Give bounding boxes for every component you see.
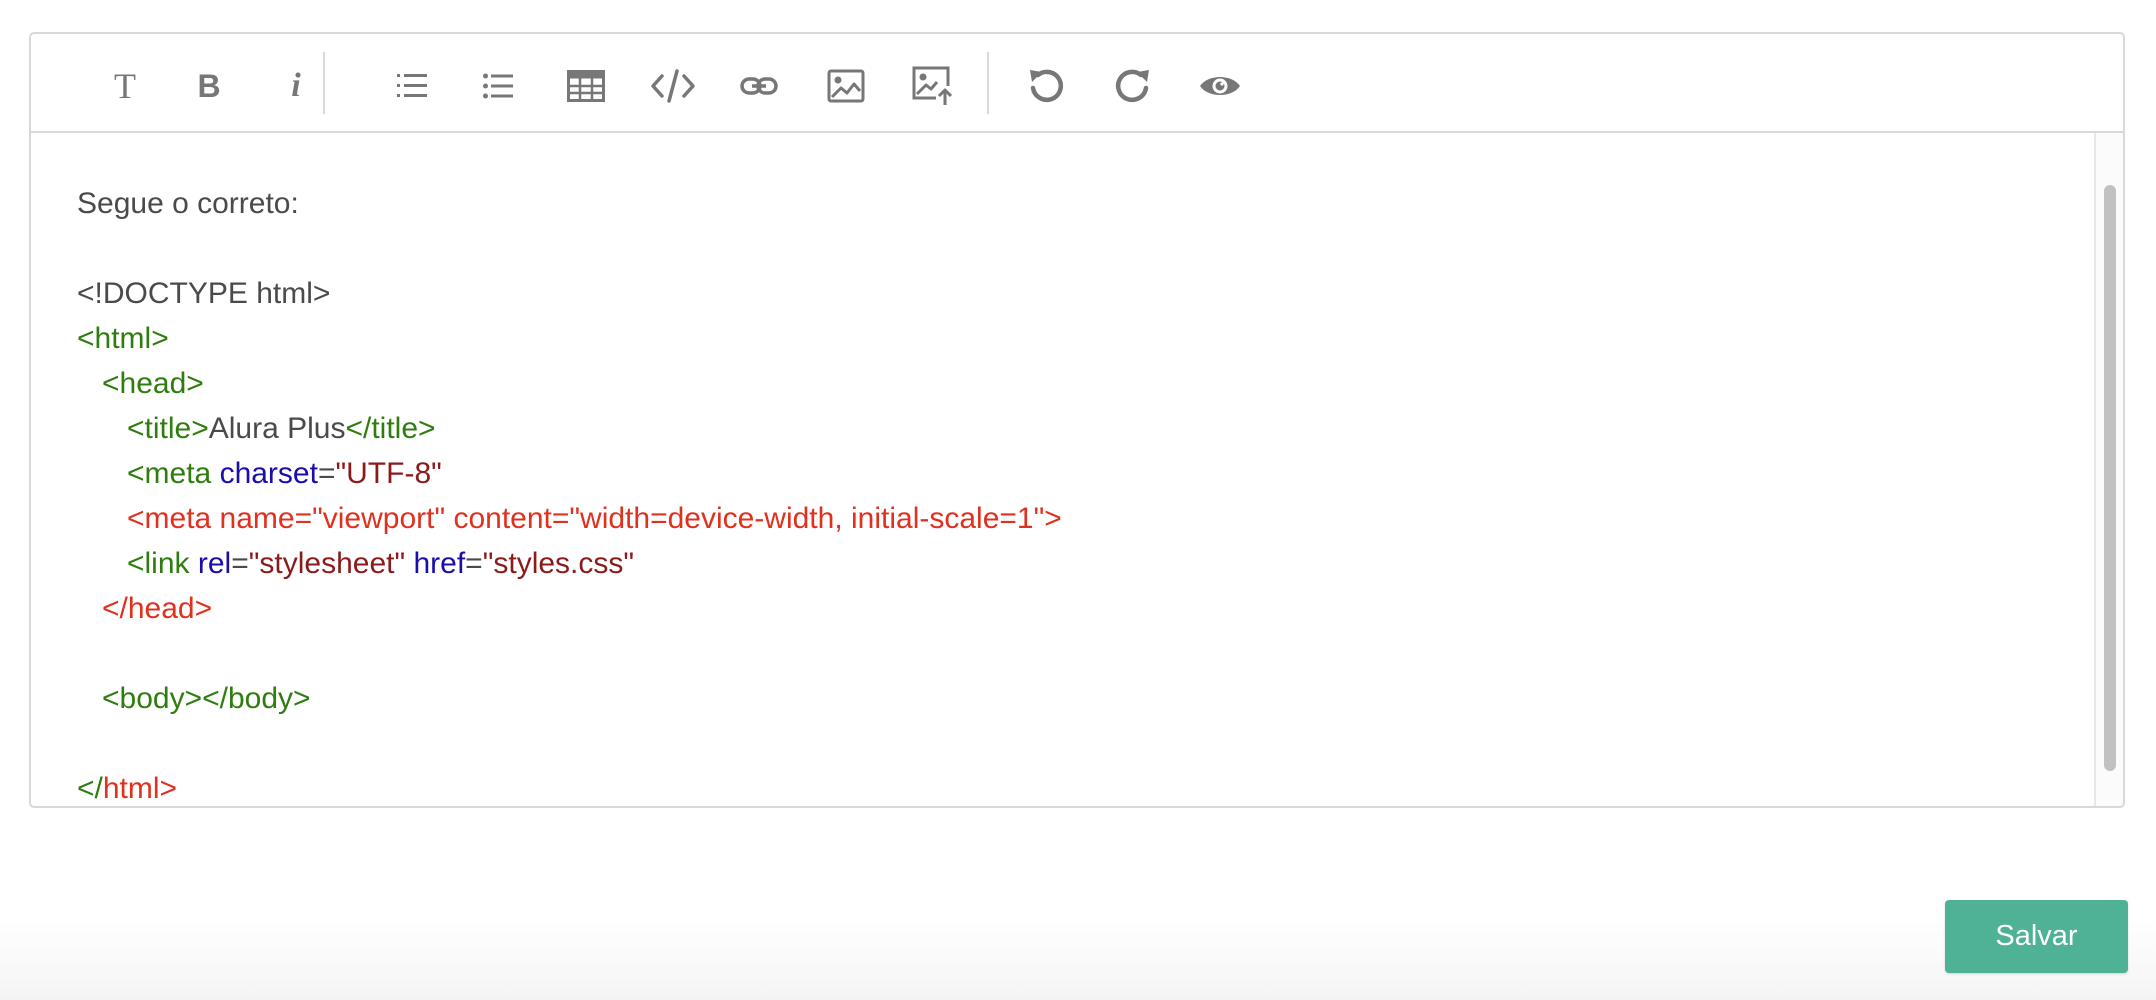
redo-button[interactable]: [1103, 60, 1163, 112]
charset-value: "UTF-8": [335, 457, 442, 490]
scrollbar-thumb[interactable]: [2104, 185, 2116, 771]
meta-viewport-tag: <meta name="viewport" content="width=dev…: [127, 502, 1062, 535]
italic-button[interactable]: i: [266, 60, 326, 112]
undo-icon: [1027, 67, 1065, 105]
link-open-tag: <link: [127, 547, 198, 580]
title-open-tag: <title>: [127, 412, 209, 445]
body-tags: <body></body>: [102, 682, 311, 715]
title-text: Alura Plus: [208, 412, 346, 445]
code-line-title: <title>Alura Plus</title>: [77, 406, 2097, 451]
ordered-list-icon: [397, 73, 427, 99]
redo-icon: [1114, 67, 1152, 105]
doctype-text: <!DOCTYPE html>: [77, 277, 331, 310]
editor-content[interactable]: Segue o correto: <!DOCTYPE html> <html> …: [31, 133, 2097, 806]
intro-text: Segue o correto:: [77, 187, 299, 220]
equals-sign: =: [231, 547, 249, 580]
code-line-head-open: <head>: [77, 361, 2097, 406]
code-line-meta-charset: <meta charset="UTF-8": [77, 451, 2097, 496]
unordered-list-icon: [483, 73, 513, 99]
title-close-tag: </title>: [345, 412, 436, 445]
meta-open-tag: <meta: [127, 457, 220, 490]
head-open-tag: <head>: [102, 367, 204, 400]
image-button[interactable]: [816, 60, 876, 112]
charset-attribute: charset: [219, 457, 318, 490]
undo-button[interactable]: [1016, 60, 1076, 112]
text-style-button[interactable]: T: [95, 60, 155, 112]
image-icon: [827, 69, 865, 103]
bold-button[interactable]: B: [179, 60, 239, 112]
code-line-doctype: <!DOCTYPE html>: [77, 271, 2097, 316]
code-icon: [651, 69, 695, 103]
preview-button[interactable]: [1190, 60, 1250, 112]
code-line-head-close: </head>: [77, 586, 2097, 631]
toolbar-separator: [987, 52, 989, 114]
html-open-tag: <html>: [77, 322, 169, 355]
equals-sign: =: [465, 547, 483, 580]
link-button[interactable]: [729, 60, 789, 112]
rel-value: "stylesheet": [248, 547, 406, 580]
editor-toolbar: T B i: [31, 34, 2123, 133]
href-attribute: href: [413, 547, 466, 580]
link-icon: [740, 77, 778, 95]
save-button[interactable]: Salvar: [1945, 900, 2128, 973]
code-line-html-open: <html>: [77, 316, 2097, 361]
href-value: "styles.css": [482, 547, 635, 580]
image-upload-button[interactable]: [903, 60, 963, 112]
head-close-tag: </head>: [102, 592, 213, 625]
code-button[interactable]: [643, 60, 703, 112]
bottom-fade: [0, 920, 2156, 1000]
code-line-link: <link rel="stylesheet" href="styles.css": [77, 541, 2097, 586]
markdown-editor: T B i Segue o correto: <!DOCTYPE html> <…: [29, 32, 2125, 808]
image-upload-icon: [912, 66, 954, 106]
html-close-name: html>: [102, 772, 178, 805]
preview-eye-icon: [1198, 72, 1242, 100]
bold-icon: B: [197, 68, 221, 104]
toolbar-separator: [323, 52, 325, 114]
equals-sign: =: [317, 457, 336, 490]
code-line-meta-viewport: <meta name="viewport" content="width=dev…: [77, 496, 2097, 541]
table-icon: [567, 70, 605, 102]
editor-scrollbar[interactable]: [2094, 133, 2123, 806]
rel-attribute: rel: [197, 547, 232, 580]
html-close-slash: </: [77, 772, 103, 805]
italic-icon: i: [291, 67, 301, 104]
table-button[interactable]: [556, 60, 616, 112]
ordered-list-button[interactable]: [382, 60, 442, 112]
text-style-icon: T: [114, 66, 136, 106]
code-line-html-close: </html>: [77, 766, 2097, 806]
unordered-list-button[interactable]: [468, 60, 528, 112]
code-line-body: <body></body>: [77, 676, 2097, 721]
